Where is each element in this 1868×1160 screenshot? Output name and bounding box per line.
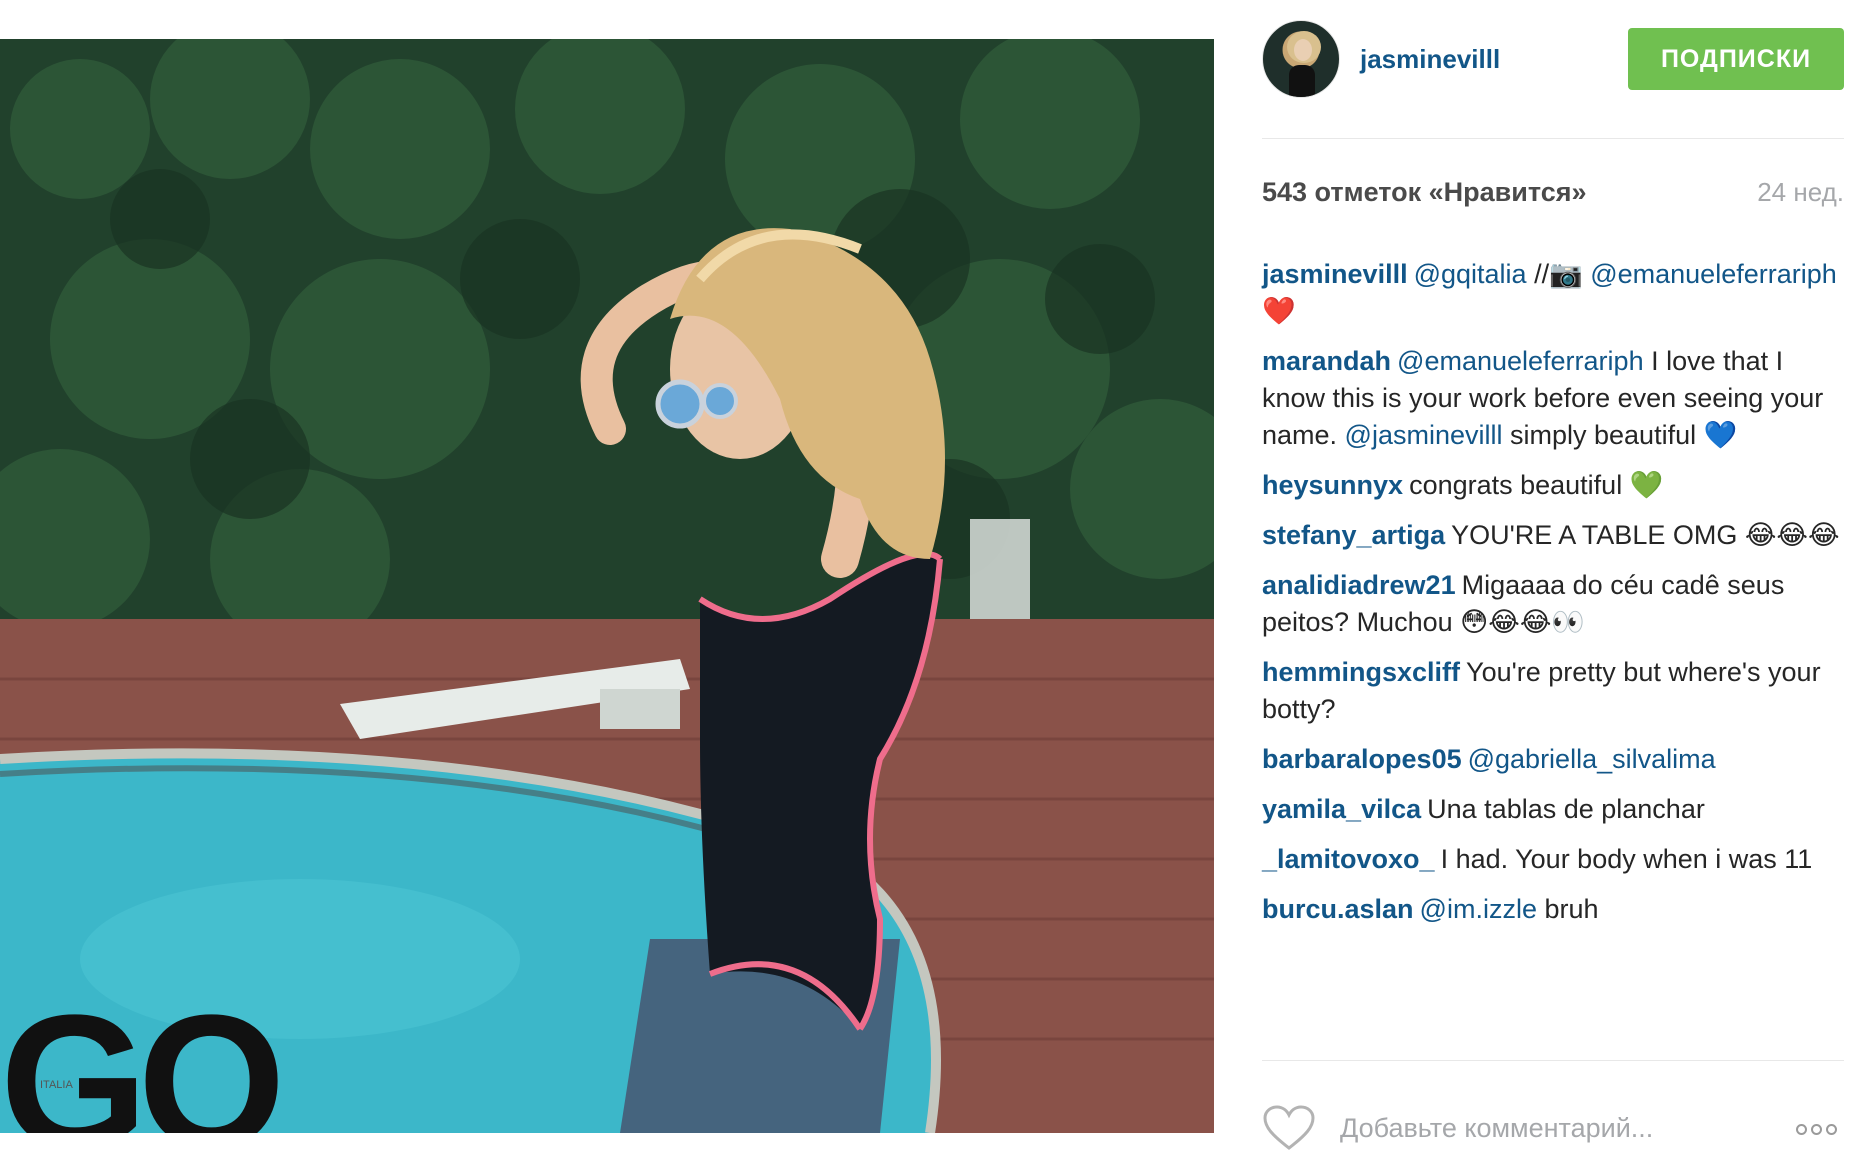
comment-text: YOU'RE A TABLE OMG	[1451, 520, 1745, 550]
comment-text: I had. Your body when i was 11	[1440, 844, 1813, 874]
emoji: 😳😂😂👀	[1460, 607, 1585, 638]
comment-item: hemmingsxcliff You're pretty but where's …	[1262, 654, 1844, 728]
comment-username-link[interactable]: hemmingsxcliff	[1262, 657, 1460, 687]
comment-username-link[interactable]: burcu.aslan	[1262, 894, 1414, 924]
comment-text: Una tablas de planchar	[1427, 794, 1705, 824]
emoji: 📷	[1549, 259, 1583, 290]
follow-button[interactable]: ПОДПИСКИ	[1628, 28, 1844, 90]
gq-logo-subtitle: ITALIA	[40, 1079, 73, 1091]
comment-username-link[interactable]: marandah	[1262, 346, 1391, 376]
comment-username-link[interactable]: _lamitovoxo_	[1262, 844, 1435, 874]
post-meta: 543 отметок «Нравится» 24 нед.	[1262, 177, 1844, 217]
comment-username-link[interactable]: barbaralopes05	[1262, 744, 1462, 774]
heart-outline-icon[interactable]	[1262, 1104, 1316, 1152]
mention-link[interactable]: @im.izzle	[1420, 894, 1537, 924]
comment-item: stefany_artiga YOU'RE A TABLE OMG 😂😂😂	[1262, 517, 1844, 554]
avatar[interactable]	[1262, 20, 1340, 98]
comment-item: heysunnyx congrats beautiful 💚	[1262, 467, 1844, 504]
comment-username-link[interactable]: jasminevilll	[1262, 259, 1408, 289]
comment-text: simply beautiful	[1502, 420, 1704, 450]
add-comment-input[interactable]	[1340, 1106, 1740, 1150]
likes-count[interactable]: 543 отметок «Нравится»	[1262, 177, 1586, 208]
comment-username-link[interactable]: heysunnyx	[1262, 470, 1403, 500]
gq-logo: GQ	[0, 976, 286, 1133]
header-divider	[1262, 138, 1844, 139]
emoji: ❤️	[1262, 296, 1296, 327]
emoji: 💙	[1703, 420, 1738, 451]
header-username-link[interactable]: jasminevilll	[1360, 44, 1500, 75]
comment-text: bruh	[1536, 894, 1599, 924]
comment-item: yamila_vilca Una tablas de planchar	[1262, 791, 1844, 828]
mention-link[interactable]: @emanueleferrariph	[1590, 259, 1837, 289]
post-side-panel: jasminevilll ПОДПИСКИ 543 отметок «Нрави…	[1262, 0, 1844, 1160]
comment-item: burcu.aslan @im.izzle bruh	[1262, 891, 1844, 928]
more-options-icon[interactable]	[1796, 1122, 1844, 1136]
emoji: 😂😂😂	[1744, 520, 1840, 551]
comment-text: congrats beautiful	[1409, 470, 1630, 500]
post-header: jasminevilll ПОДПИСКИ	[1262, 20, 1844, 100]
comment-item: jasminevilll @gqitalia //📷 @emanueleferra…	[1262, 256, 1844, 330]
comment-username-link[interactable]: stefany_artiga	[1262, 520, 1445, 550]
comment-item: barbaralopes05 @gabriella_silvalima	[1262, 741, 1844, 778]
comment-item: marandah @emanueleferrariph I love that I…	[1262, 343, 1844, 454]
post-timestamp[interactable]: 24 нед.	[1757, 177, 1844, 208]
photo-illustration	[0, 39, 1214, 1133]
mention-link[interactable]: @emanueleferrariph	[1397, 346, 1644, 376]
post-photo[interactable]: GQ ITALIA	[0, 39, 1214, 1133]
mention-link[interactable]: @jasminevilll	[1345, 420, 1503, 450]
comment-username-link[interactable]: analidiadrew21	[1262, 570, 1456, 600]
emoji: 💚	[1629, 470, 1664, 501]
mention-link[interactable]: @gabriella_silvalima	[1468, 744, 1716, 774]
comment-item: analidiadrew21 Migaaaa do céu cadê seus p…	[1262, 567, 1844, 641]
mention-link[interactable]: @gqitalia	[1414, 259, 1527, 289]
comment-text: //	[1526, 259, 1550, 289]
post-footer	[1262, 1104, 1844, 1160]
footer-divider	[1262, 1060, 1844, 1061]
comment-username-link[interactable]: yamila_vilca	[1262, 794, 1421, 824]
comments-list: jasminevilll @gqitalia //📷 @emanueleferra…	[1262, 256, 1844, 941]
comment-item: _lamitovoxo_ I had. Your body when i was …	[1262, 841, 1844, 878]
